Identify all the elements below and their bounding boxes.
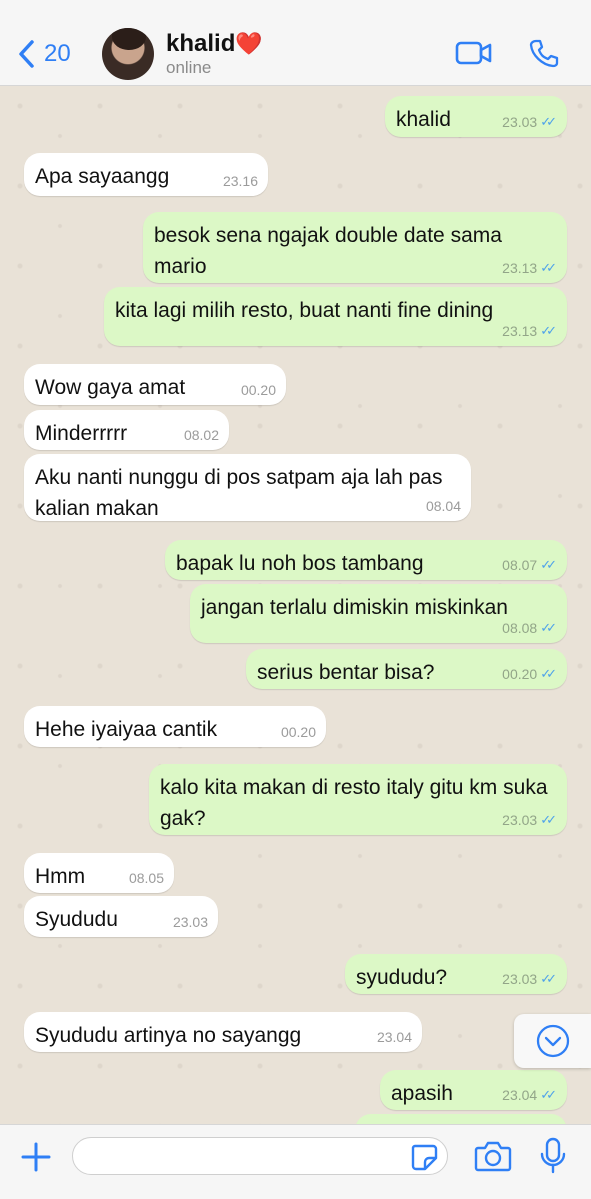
message-text: Syududu artinya no sayangg [35,1024,302,1047]
video-call-button[interactable] [454,36,494,70]
message-time: 08.02 [183,427,219,443]
contact-name-text: khalid [166,30,236,57]
message-time: 23.04 [376,1029,412,1045]
message-time: 23.03 [502,971,538,987]
read-receipt-icon: ✓✓ [540,666,557,681]
message-time: 23.13 [502,323,538,339]
message-time: 08.04 [425,498,461,514]
message-bubble[interactable]: Minderrrrr 08.02 [24,410,229,450]
chevron-down-circle-icon [536,1024,569,1058]
unread-count: 20 [44,40,71,67]
attach-button[interactable] [18,1139,54,1175]
contact-name[interactable]: khalid❤️ [166,30,263,58]
message-meta: 23.03 ✓✓ [502,114,557,130]
contact-status: online [166,58,212,77]
message-time: 00.20 [280,724,316,740]
voice-call-button[interactable] [524,36,564,70]
read-receipt-icon: ✓✓ [540,260,557,275]
message-bubble[interactable]: syududu? 23.03 ✓✓ [345,954,567,994]
composer-bar [0,1124,591,1199]
message-bubble[interactable]: Syududu 23.03 [24,896,218,937]
message-text: jangan terlalu dimiskin miskinkan [201,596,508,619]
message-time: 23.03 [502,114,538,130]
message-bubble[interactable]: kita lagi milih resto, buat nanti fine d… [104,287,567,346]
message-text: Hehe iyaiyaa cantik [35,718,218,741]
heart-emoji: ❤️ [235,31,263,56]
message-meta: 00.20 [281,724,316,740]
message-meta: 23.04 ✓✓ [502,1087,557,1103]
message-text: Aku nanti nunggu di pos satpam aja lah p… [35,466,443,520]
message-text: bapak lu noh bos tambang [176,552,424,575]
message-meta: 23.03 [173,914,208,930]
message-meta: 23.13 ✓✓ [502,323,557,339]
message-time: 00.20 [240,382,276,398]
chat-header: 20 khalid❤️ online [0,0,591,86]
message-time: 08.05 [128,870,164,886]
message-meta: 23.13 ✓✓ [502,260,557,276]
message-bubble[interactable]: jangan terlalu dimiskin miskinkan 08.08 ✓✓ [190,584,567,643]
chevron-left-icon [19,40,34,68]
message-time: 00.20 [502,666,538,682]
message-text: kita lagi milih resto, buat nanti fine d… [115,299,494,322]
message-text: kalo kita makan di resto italy gitu km s… [160,776,548,830]
message-time: 23.03 [172,914,208,930]
avatar[interactable] [102,28,154,80]
message-meta: 23.03 ✓✓ [502,971,557,987]
message-meta: 23.04 [377,1029,412,1045]
message-bubble[interactable]: besok sena ngajak double date sama mario… [143,212,567,283]
message-list[interactable]: khalid 23.03 ✓✓ Apa sayaangg 23.16 besok se… [0,86,591,1124]
read-receipt-icon: ✓✓ [540,114,557,129]
message-bubble[interactable]: khalid 23.03 ✓✓ [385,96,567,137]
message-bubble[interactable]: Aku nanti nunggu di pos satpam aja lah p… [24,454,471,521]
sticker-icon[interactable] [410,1143,438,1171]
message-bubble[interactable]: Hmm 08.05 [24,853,174,893]
message-bubble[interactable]: Wow gaya amat 00.20 [24,364,286,405]
plus-icon [21,1142,51,1172]
message-bubble[interactable]: Syududu artinya no sayangg 23.04 [24,1012,422,1052]
message-meta: 08.08 ✓✓ [502,620,557,636]
message-time: 23.16 [222,173,258,189]
message-bubble-partial[interactable] [355,1114,567,1124]
message-text: besok sena ngajak double date sama mario [154,224,502,278]
message-meta: 00.20 ✓✓ [502,666,557,682]
scroll-to-bottom-button[interactable] [514,1014,591,1068]
phone-icon [529,39,559,68]
message-bubble[interactable]: Apa sayaangg 23.16 [24,153,268,196]
message-meta: 08.07 ✓✓ [502,557,557,573]
message-meta: 08.02 [184,427,219,443]
read-receipt-icon: ✓✓ [540,323,557,338]
message-bubble[interactable]: bapak lu noh bos tambang 08.07 ✓✓ [165,540,567,580]
read-receipt-icon: ✓✓ [540,1087,557,1102]
message-meta: 23.03 ✓✓ [502,812,557,828]
message-bubble[interactable]: serius bentar bisa? 00.20 ✓✓ [246,649,567,689]
read-receipt-icon: ✓✓ [540,812,557,827]
read-receipt-icon: ✓✓ [540,971,557,986]
message-time: 23.04 [502,1087,538,1103]
video-camera-icon [455,41,492,65]
camera-icon[interactable] [474,1139,512,1173]
read-receipt-icon: ✓✓ [540,620,557,635]
back-button[interactable]: 20 [16,34,71,74]
read-receipt-icon: ✓✓ [540,557,557,572]
message-meta: 08.04 [426,498,461,514]
message-bubble[interactable]: kalo kita makan di resto italy gitu km s… [149,764,567,835]
message-bubble[interactable]: apasih 23.04 ✓✓ [380,1070,567,1110]
message-time: 08.08 [502,620,538,636]
message-bubble[interactable]: Hehe iyaiyaa cantik 00.20 [24,706,326,747]
message-time: 23.13 [502,260,538,276]
message-time: 08.07 [502,557,538,573]
message-input[interactable] [72,1137,448,1175]
microphone-icon[interactable] [538,1137,568,1175]
message-text: Wow gaya amat [35,376,186,399]
message-time: 23.03 [502,812,538,828]
message-meta: 23.16 [223,173,258,189]
message-meta: 08.05 [129,870,164,886]
message-meta: 00.20 [241,382,276,398]
